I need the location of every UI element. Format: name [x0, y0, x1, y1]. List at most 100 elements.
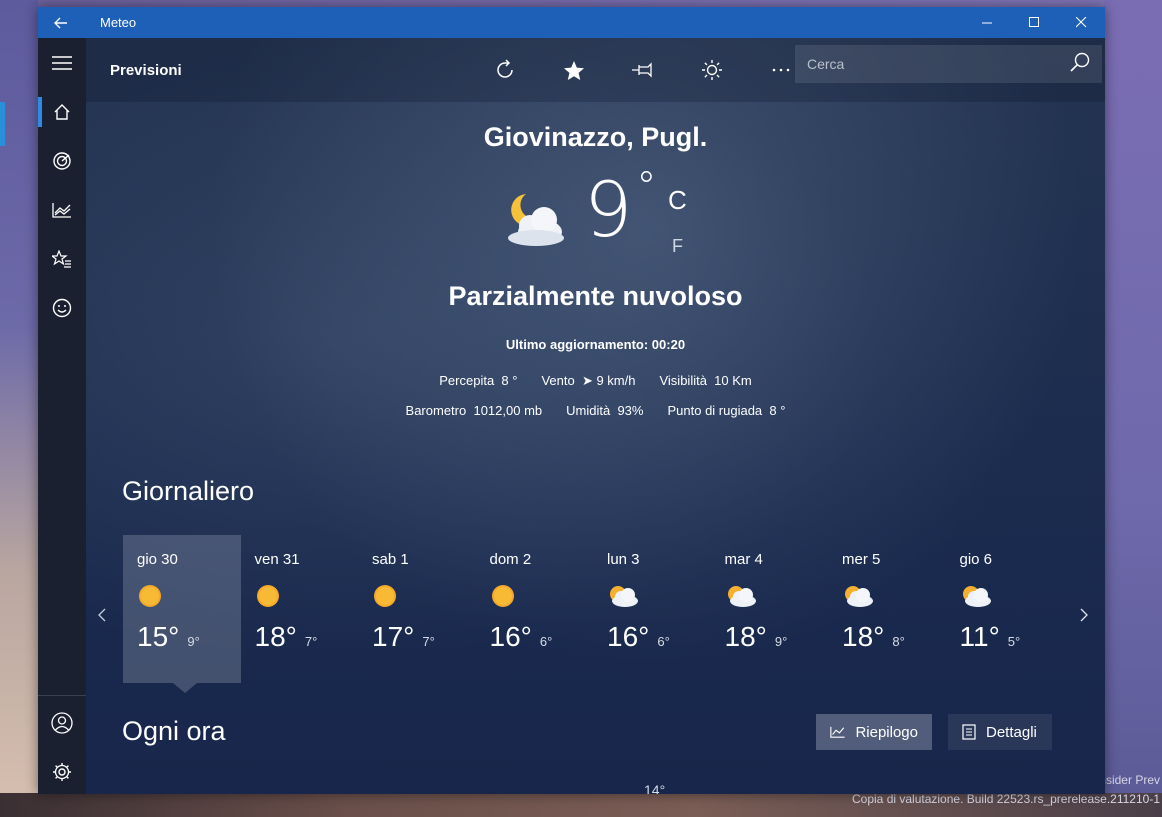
pressure-value: 1012,00 mb	[473, 403, 543, 418]
partly-cloudy-icon	[960, 575, 1064, 617]
dew-point: Punto di rugiada 8 °	[667, 403, 785, 418]
daily-forecast-item[interactable]: gio 30 15° 9°	[123, 535, 241, 693]
sidebar-menu-button[interactable]	[38, 38, 86, 87]
day-label: lun 3	[607, 551, 640, 568]
day-high-temp: 17°	[372, 621, 415, 652]
visibility: Visibilità 10 Km	[659, 373, 751, 389]
dew-point-label: Punto di rugiada	[667, 403, 763, 418]
close-button[interactable]	[1058, 7, 1105, 38]
more-icon	[772, 68, 789, 72]
partly-cloudy-icon	[607, 575, 711, 617]
day-high-temp: 11°	[959, 621, 1000, 652]
daily-forecast-item[interactable]: ven 31 18° 7°	[241, 535, 359, 683]
current-temperature-value: 9	[584, 165, 633, 254]
chevron-left-icon	[98, 608, 106, 622]
daily-scroll-right-button[interactable]	[1080, 606, 1088, 627]
favorite-button[interactable]	[539, 50, 608, 90]
unit-celsius-toggle[interactable]: C	[668, 185, 687, 216]
summary-button[interactable]: Riepilogo	[816, 714, 932, 750]
pin-icon	[631, 62, 652, 78]
sidebar-item-historical[interactable]	[38, 185, 86, 234]
sidebar-divider	[38, 695, 86, 696]
back-button[interactable]	[38, 7, 84, 38]
details-button-label: Dettagli	[986, 723, 1037, 741]
sun-icon	[255, 575, 359, 617]
daily-forecast-item[interactable]: lun 3 16° 6°	[593, 535, 711, 683]
page-title: Previsioni	[110, 61, 182, 79]
details-row-2: Barometro 1012,00 mb Umidità 93% Punto d…	[86, 403, 1105, 418]
sun-icon	[372, 575, 476, 617]
humidity-label: Umidità	[566, 403, 611, 418]
desktop-icon-tile[interactable]	[0, 102, 5, 146]
search-box	[795, 45, 1102, 83]
weather-condition: Parzialmente nuvoloso	[448, 281, 743, 311]
daily-forecast-item[interactable]: mer 5 18° 8°	[828, 535, 946, 683]
sidebar-item-settings[interactable]	[38, 747, 86, 794]
sidebar	[38, 38, 86, 794]
daily-scroll-left-button[interactable]	[98, 606, 106, 627]
sidebar-item-account[interactable]	[38, 698, 86, 747]
day-high-temp: 18°	[254, 621, 297, 652]
refresh-button[interactable]	[470, 50, 539, 90]
day-low-temp: 9°	[774, 634, 788, 649]
day-label: gio 6	[959, 551, 993, 568]
day-low-temp: 6°	[539, 634, 553, 649]
daily-forecast-item[interactable]: dom 2 16° 6°	[476, 535, 594, 683]
summary-button-label: Riepilogo	[855, 723, 918, 741]
hourly-first-value: 14°	[644, 782, 666, 794]
sidebar-item-news[interactable]	[38, 283, 86, 332]
minimize-button[interactable]	[964, 7, 1011, 38]
partly-cloudy-icon	[725, 575, 829, 617]
star-list-icon	[52, 249, 71, 268]
close-icon	[1076, 17, 1087, 28]
radar-icon	[53, 151, 71, 170]
day-high-temp: 18°	[724, 621, 767, 652]
watermark-line-2: Copia di valutazione. Build 22523.rs_pre…	[852, 792, 1160, 806]
sidebar-item-home[interactable]	[38, 87, 86, 136]
wind-value: ➤ 9 km/h	[581, 373, 636, 388]
theme-button[interactable]	[677, 50, 746, 90]
refresh-icon	[496, 59, 513, 78]
feels-like-label: Percepita	[439, 373, 495, 388]
pressure-label: Barometro	[405, 403, 467, 418]
maximize-icon	[1029, 17, 1039, 27]
line-chart-icon	[830, 726, 845, 738]
desktop-background-left	[0, 0, 38, 817]
daily-section-title: Giornaliero	[122, 476, 255, 506]
degree-symbol: °	[636, 164, 657, 210]
maximize-button[interactable]	[1011, 7, 1058, 38]
daily-forecast-item[interactable]: sab 1 17° 7°	[358, 535, 476, 683]
details-button[interactable]: Dettagli	[948, 714, 1052, 750]
chart-icon	[52, 202, 71, 218]
day-high-temp: 16°	[607, 621, 650, 652]
sidebar-item-maps[interactable]	[38, 136, 86, 185]
pin-button[interactable]	[608, 50, 677, 90]
daily-forecast-item[interactable]: mar 4 18° 9°	[711, 535, 829, 683]
brightness-icon	[701, 60, 722, 80]
search-icon	[1070, 52, 1090, 72]
visibility-value: 10 Km	[714, 373, 752, 388]
partly-cloudy-night-icon	[508, 194, 564, 246]
humidity: Umidità 93%	[566, 403, 643, 418]
hamburger-icon	[52, 55, 72, 70]
sun-icon	[137, 575, 241, 617]
search-input[interactable]	[807, 56, 1057, 72]
current-weather-icon	[498, 188, 568, 250]
sidebar-item-favorites[interactable]	[38, 234, 86, 283]
desktop-background-right	[1104, 0, 1162, 817]
header-toolbar	[470, 50, 815, 90]
feels-like: Percepita 8 °	[439, 373, 517, 389]
weather-app-window: Meteo Previsioni Cerca Giovinazzo, Pugl.…	[38, 7, 1105, 794]
feels-like-value: 8 °	[501, 373, 518, 388]
search-button[interactable]	[1070, 52, 1090, 77]
day-high-temp: 15°	[137, 621, 180, 652]
forecast-main-area: Previsioni Cerca Giovinazzo, Pugl. 9 ° C…	[86, 38, 1105, 794]
unit-fahrenheit-toggle[interactable]: F	[672, 236, 683, 257]
sun-icon	[490, 575, 594, 617]
day-low-temp: 8°	[892, 634, 905, 649]
dew-point-value: 8 °	[769, 403, 786, 418]
day-high-temp: 18°	[842, 621, 885, 652]
gear-icon	[53, 762, 71, 781]
daily-forecast-item[interactable]: gio 6 11° 5°	[946, 535, 1064, 683]
pressure: Barometro 1012,00 mb	[406, 403, 543, 418]
